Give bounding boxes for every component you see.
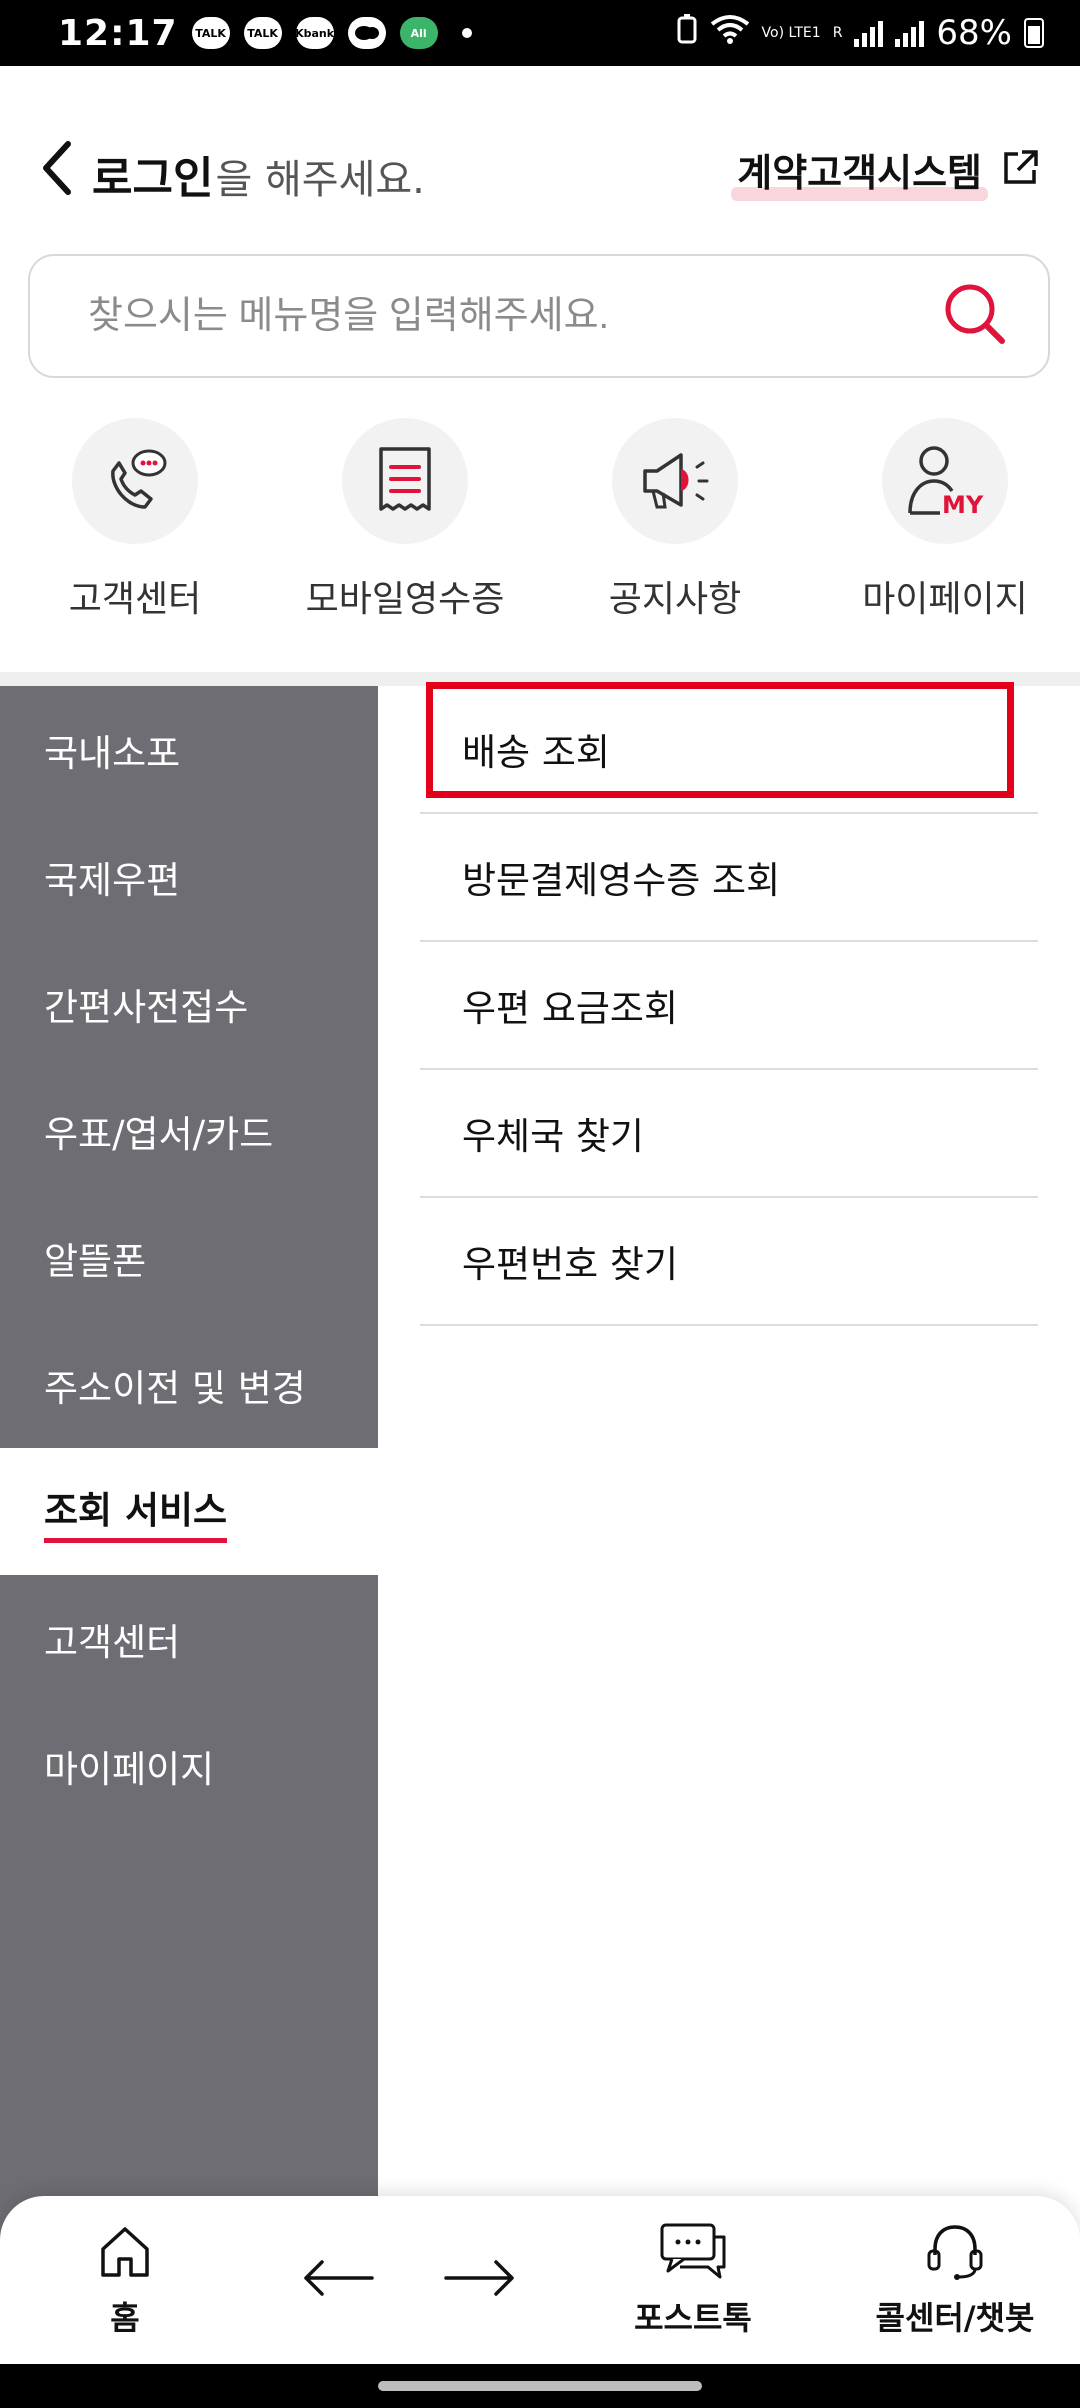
nav-item-easy-pre-registration[interactable]: 간편사전접수 [0, 940, 378, 1067]
nav-item-inquiry-service[interactable]: 조회 서비스 [0, 1448, 378, 1575]
login-prompt-text: 을 해주세요. [215, 157, 425, 203]
external-link-icon [1000, 148, 1040, 192]
bottom-tab-bar: 홈 포스트톡 콜센터/챗봇 [0, 2196, 1080, 2364]
submenu-label: 배송 조회 [462, 731, 610, 774]
submenu-visit-payment-receipt[interactable]: 방문결제영수증 조회 [420, 814, 1038, 942]
wifi-icon [710, 13, 750, 53]
tab-label: 콜센터/챗봇 [875, 2299, 1035, 2337]
submenu-postal-rate[interactable]: 우편 요금조회 [420, 942, 1038, 1070]
quick-customer-center[interactable]: 고객센터 [8, 418, 263, 658]
chat-bubble-notification-icon [347, 17, 386, 49]
battery-percent: 68% [936, 13, 1012, 53]
login-link[interactable]: 로그인 [92, 142, 213, 206]
headset-icon [923, 2221, 987, 2285]
submenu-label: 우편번호 찾기 [462, 1243, 679, 1286]
nav-item-label: 국제우편 [44, 858, 181, 902]
tab-posttalk[interactable]: 포스트톡 [608, 2221, 778, 2339]
submenu-delivery-tracking[interactable]: 배송 조회 [420, 682, 1038, 814]
all-notification-icon: All [399, 17, 438, 49]
nav-item-my-page[interactable]: 마이페이지 [0, 1702, 378, 1829]
receipt-icon [342, 418, 468, 544]
submenu-label: 우체국 찾기 [462, 1115, 644, 1158]
nav-item-stamps-postcards-cards[interactable]: 우표/엽서/카드 [0, 1067, 378, 1194]
nav-item-label: 간편사전접수 [44, 985, 249, 1029]
my-page-icon: MY [882, 418, 1008, 544]
category-nav: 국내소포 국제우편 간편사전접수 우표/엽서/카드 알뜰폰 주소이전 및 변경 … [0, 686, 378, 2246]
network-label: Vo) LTE1 [761, 25, 821, 41]
kakaotalk-notification-icon: TALK [243, 17, 282, 49]
forward-arrow-icon[interactable] [444, 2258, 516, 2302]
contract-customer-system-label: 계약고객시스템 [731, 142, 988, 201]
nav-item-international-mail[interactable]: 국제우편 [0, 813, 378, 940]
quick-label: 고객센터 [68, 579, 202, 620]
back-chevron-icon[interactable] [38, 138, 78, 198]
submenu-label: 방문결제영수증 조회 [462, 859, 781, 902]
battery-icon [1024, 18, 1044, 48]
quick-notice[interactable]: 공지사항 [548, 418, 803, 658]
signal-bars-icon [895, 19, 925, 47]
nav-item-label: 알뜰폰 [44, 1239, 147, 1283]
home-gesture-pill[interactable] [378, 2381, 702, 2391]
quick-label: 마이페이지 [862, 579, 1028, 620]
quick-label: 공지사항 [608, 579, 742, 620]
nav-item-label: 조회 서비스 [44, 1480, 228, 1543]
nav-item-label: 고객센터 [44, 1620, 181, 1664]
status-time: 12:17 [58, 12, 178, 54]
nav-item-label: 우표/엽서/카드 [44, 1112, 274, 1156]
tab-callcenter-chatbot[interactable]: 콜센터/챗봇 [870, 2221, 1040, 2339]
search-icon[interactable] [942, 281, 1008, 351]
nav-item-address-change[interactable]: 주소이전 및 변경 [0, 1321, 378, 1448]
browser-nav-arrows [302, 2258, 516, 2302]
status-bar: 12:17 TALK TALK Kbank All Vo) LTE1 R 68% [0, 0, 1080, 66]
battery-saver-icon [676, 13, 698, 53]
nav-item-domestic-parcel[interactable]: 국내소포 [0, 686, 378, 813]
submenu-list: 배송 조회 방문결제영수증 조회 우편 요금조회 우체국 찾기 우편번호 찾기 [420, 682, 1038, 1326]
nav-item-label: 마이페이지 [44, 1747, 215, 1791]
quick-my-page[interactable]: MY 마이페이지 [818, 418, 1073, 658]
my-icon-text: MY [942, 491, 984, 519]
submenu-label: 우편 요금조회 [462, 987, 679, 1030]
submenu-find-postal-code[interactable]: 우편번호 찾기 [420, 1198, 1038, 1326]
tab-label: 홈 [110, 2299, 140, 2337]
menu-search-bar[interactable] [28, 254, 1050, 378]
back-arrow-icon[interactable] [302, 2258, 374, 2302]
login-prompt[interactable]: 로그인 을 해주세요. [92, 142, 425, 206]
nav-item-budget-phone[interactable]: 알뜰폰 [0, 1194, 378, 1321]
signal-bars-icon [854, 19, 884, 47]
more-notifications-dot-icon [461, 28, 472, 38]
search-input[interactable] [86, 293, 890, 339]
contract-customer-system-link[interactable]: 계약고객시스템 [731, 142, 1040, 201]
tab-label: 포스트톡 [634, 2299, 752, 2337]
kakaotalk-notification-icon: TALK [191, 17, 230, 49]
header: 로그인 을 해주세요. 계약고객시스템 [0, 66, 1080, 266]
nav-item-label: 국내소포 [44, 731, 181, 775]
quick-mobile-receipt[interactable]: 모바일영수증 [278, 418, 533, 658]
megaphone-icon [612, 418, 738, 544]
home-icon [95, 2221, 155, 2285]
quick-menu: 고객센터 모바일영수증 공지사항 MY 마이페이지 [0, 418, 1080, 658]
tab-home[interactable]: 홈 [40, 2221, 210, 2339]
chat-bubbles-icon [658, 2221, 728, 2285]
quick-label: 모바일영수증 [305, 579, 505, 620]
nav-item-customer-center[interactable]: 고객센터 [0, 1575, 378, 1702]
system-navigation-bar [0, 2364, 1080, 2408]
phone-chat-icon [72, 418, 198, 544]
roaming-label: R [832, 25, 843, 41]
submenu-find-post-office[interactable]: 우체국 찾기 [420, 1070, 1038, 1198]
kbank-notification-icon: Kbank [295, 17, 334, 49]
nav-item-label: 주소이전 및 변경 [44, 1366, 306, 1410]
